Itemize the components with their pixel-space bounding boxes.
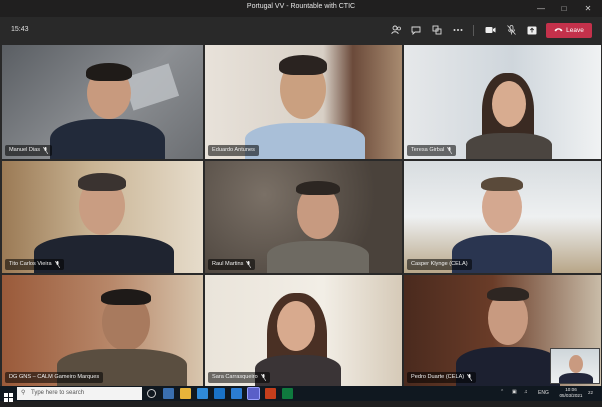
- participant-name: Casper Klynge (CELA): [411, 261, 468, 267]
- participant-name-tag: Pedro Duarte (CELA): [407, 372, 477, 383]
- video-tile[interactable]: Pedro Duarte (CELA): [404, 275, 601, 386]
- participant-name-tag: Tito Carlos Vieira: [5, 259, 64, 270]
- leave-label: Leave: [566, 27, 584, 34]
- clock-date: 05/03/2021: [559, 393, 583, 398]
- video-tile[interactable]: Tito Carlos Vieira: [2, 161, 203, 273]
- participant-name: Pedro Duarte (CELA): [411, 374, 465, 380]
- participant-name-tag: Eduardo Antunes: [208, 145, 259, 156]
- participant-name-tag: Manuel Dias: [5, 145, 53, 156]
- self-view-body: [559, 373, 593, 383]
- participant-hair: [487, 287, 529, 301]
- mic-muted-icon: [43, 147, 49, 154]
- video-tile[interactable]: Casper Klynge (CELA): [404, 161, 601, 273]
- volume-icon[interactable]: ♫: [524, 389, 528, 395]
- chat-icon[interactable]: [408, 23, 424, 37]
- participant-hair: [296, 181, 340, 195]
- close-button[interactable]: ✕: [577, 0, 599, 17]
- people-icon[interactable]: [388, 23, 404, 37]
- search-icon: ⚲: [21, 390, 26, 396]
- tray-chevron-icon[interactable]: ⌃: [500, 389, 504, 395]
- participant-hair: [101, 289, 151, 305]
- participant-hair: [481, 177, 523, 191]
- maximize-button[interactable]: □: [553, 0, 575, 17]
- more-icon[interactable]: [450, 23, 466, 37]
- store-icon[interactable]: [197, 388, 208, 399]
- participant-name: DG GNS – CALM Gameiro Marques: [9, 374, 100, 380]
- participant-body: [267, 241, 369, 273]
- meeting-timer: 15:43: [11, 26, 29, 33]
- video-tile[interactable]: Eduardo Antunes: [205, 45, 402, 159]
- participant-name: Teresa Girbal: [411, 147, 445, 153]
- participant-hair: [279, 55, 327, 75]
- participant-name: Manuel Dias: [9, 147, 41, 153]
- participant-hair: [86, 63, 132, 81]
- video-tile[interactable]: Manuel Dias: [2, 45, 203, 159]
- windows-start-icon[interactable]: [4, 389, 13, 407]
- mic-muted-icon: [54, 261, 60, 268]
- file-explorer-icon[interactable]: [180, 388, 191, 399]
- edge-icon[interactable]: [231, 388, 242, 399]
- system-clock[interactable]: 10:06 05/03/2021: [556, 387, 586, 399]
- participant-name-tag: Raul Martins: [208, 259, 256, 270]
- participant-name-tag: Teresa Girbal: [407, 145, 457, 156]
- teams-window: Portugal VV - Rountable with CTIC — □ ✕ …: [0, 0, 602, 402]
- camera-icon[interactable]: [482, 23, 498, 37]
- meeting-control-bar: 15:43 Leave: [0, 17, 602, 44]
- mic-muted-icon: [246, 261, 252, 268]
- minimize-button[interactable]: —: [530, 0, 552, 17]
- participant-name-tag: DG GNS – CALM Gameiro Marques: [5, 372, 104, 383]
- participant-name: Tito Carlos Vieira: [9, 261, 52, 267]
- mic-muted-icon: [467, 374, 473, 381]
- mic-muted-icon: [447, 147, 453, 154]
- video-tile[interactable]: Sara Carrasqueiro: [205, 275, 402, 386]
- video-grid: Manuel Dias Eduardo Antunes Teresa Girba…: [0, 44, 602, 386]
- cortana-icon[interactable]: [147, 389, 156, 398]
- powerpoint-icon[interactable]: [265, 388, 276, 399]
- network-icon[interactable]: ▣: [512, 389, 517, 395]
- participant-head: [492, 81, 526, 127]
- task-view-icon[interactable]: [163, 388, 174, 399]
- outlook-icon[interactable]: [214, 388, 225, 399]
- mic-muted-icon: [260, 374, 266, 381]
- windows-taskbar: ⚲ Type here to search ⌃ ▣ ♫ ENG 10:06 05…: [0, 386, 602, 402]
- share-icon[interactable]: [524, 23, 540, 37]
- language-indicator[interactable]: ENG: [538, 390, 549, 396]
- taskbar-search-input[interactable]: ⚲ Type here to search: [17, 387, 142, 400]
- video-tile[interactable]: Teresa Girbal: [404, 45, 601, 159]
- title-bar: Portugal VV - Rountable with CTIC — □ ✕: [0, 0, 602, 17]
- teams-icon[interactable]: [247, 387, 260, 400]
- participant-body: [245, 123, 365, 159]
- participant-name: Sara Carrasqueiro: [212, 374, 258, 380]
- leave-button[interactable]: Leave: [546, 23, 592, 38]
- video-tile[interactable]: Raul Martins: [205, 161, 402, 273]
- excel-icon[interactable]: [282, 388, 293, 399]
- breakout-icon[interactable]: [429, 23, 445, 37]
- search-placeholder: Type here to search: [31, 390, 85, 396]
- participant-name: Raul Martins: [212, 261, 244, 267]
- participant-head: [277, 301, 315, 351]
- participant-hair: [78, 173, 126, 191]
- video-tile[interactable]: DG GNS – CALM Gameiro Marques: [2, 275, 203, 386]
- mic-icon[interactable]: [503, 23, 519, 37]
- window-title: Portugal VV - Rountable with CTIC: [246, 3, 356, 10]
- participant-body: [50, 119, 165, 159]
- participant-body: [466, 133, 552, 159]
- notification-badge[interactable]: 22: [588, 390, 593, 395]
- self-view-head: [569, 355, 583, 373]
- participant-name-tag: Casper Klynge (CELA): [407, 259, 472, 270]
- participant-name: Eduardo Antunes: [212, 147, 255, 153]
- phone-hangup-icon: [554, 27, 563, 34]
- participant-name-tag: Sara Carrasqueiro: [208, 372, 270, 383]
- self-view-preview[interactable]: [550, 348, 600, 384]
- toolbar-divider: [473, 25, 474, 36]
